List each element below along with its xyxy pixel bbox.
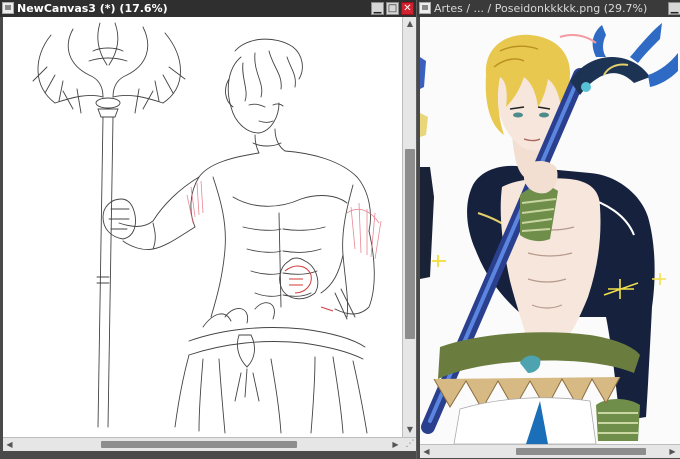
scroll-up-icon[interactable]: ▲ bbox=[403, 17, 416, 31]
horizontal-scroll-thumb[interactable] bbox=[516, 448, 646, 455]
window-title: Artes / ... / Poseidonkkkkk.png (29.7%) bbox=[434, 2, 648, 15]
sketch-artwork bbox=[32, 22, 382, 434]
canvas-window-poseidon: Artes / ... / Poseidonkkkkk.png (29.7%) … bbox=[417, 0, 680, 459]
vertical-scroll-thumb[interactable] bbox=[405, 149, 415, 339]
window-titlebar[interactable]: Artes / ... / Poseidonkkkkk.png (29.7%) … bbox=[417, 0, 680, 17]
scroll-right-icon[interactable]: ▶ bbox=[666, 445, 679, 458]
horizontal-scroll-thumb[interactable] bbox=[101, 441, 297, 448]
scroll-left-icon[interactable]: ◀ bbox=[420, 445, 433, 458]
illustration-artwork bbox=[420, 23, 678, 444]
drawing-canvas[interactable] bbox=[420, 17, 680, 444]
app-icon bbox=[2, 2, 14, 14]
resize-grip-icon[interactable]: ⋰ bbox=[404, 438, 416, 451]
window-titlebar[interactable]: NewCanvas3 (*) (17.6%) ▁ □ ✕ bbox=[0, 0, 416, 17]
canvas-window-newcanvas3: NewCanvas3 (*) (17.6%) ▁ □ ✕ ▲ ▼ ◀ ▶ ⋰ bbox=[0, 0, 416, 459]
scroll-right-icon[interactable]: ▶ bbox=[389, 438, 402, 451]
horizontal-scrollbar[interactable]: ◀ ▶ ⋰ bbox=[3, 437, 416, 451]
scroll-left-icon[interactable]: ◀ bbox=[3, 438, 16, 451]
scroll-down-icon[interactable]: ▼ bbox=[403, 423, 416, 437]
horizontal-scrollbar[interactable]: ◀ ▶ bbox=[420, 444, 680, 458]
minimize-icon[interactable]: ▁ bbox=[371, 2, 384, 15]
close-icon[interactable]: ✕ bbox=[401, 2, 414, 15]
minimize-icon[interactable]: ▁ bbox=[668, 2, 680, 15]
vertical-scrollbar[interactable]: ▲ ▼ bbox=[402, 17, 416, 437]
app-icon bbox=[419, 2, 431, 14]
maximize-icon[interactable]: □ bbox=[386, 2, 399, 15]
window-title: NewCanvas3 (*) (17.6%) bbox=[17, 2, 168, 15]
drawing-canvas[interactable] bbox=[3, 17, 402, 437]
